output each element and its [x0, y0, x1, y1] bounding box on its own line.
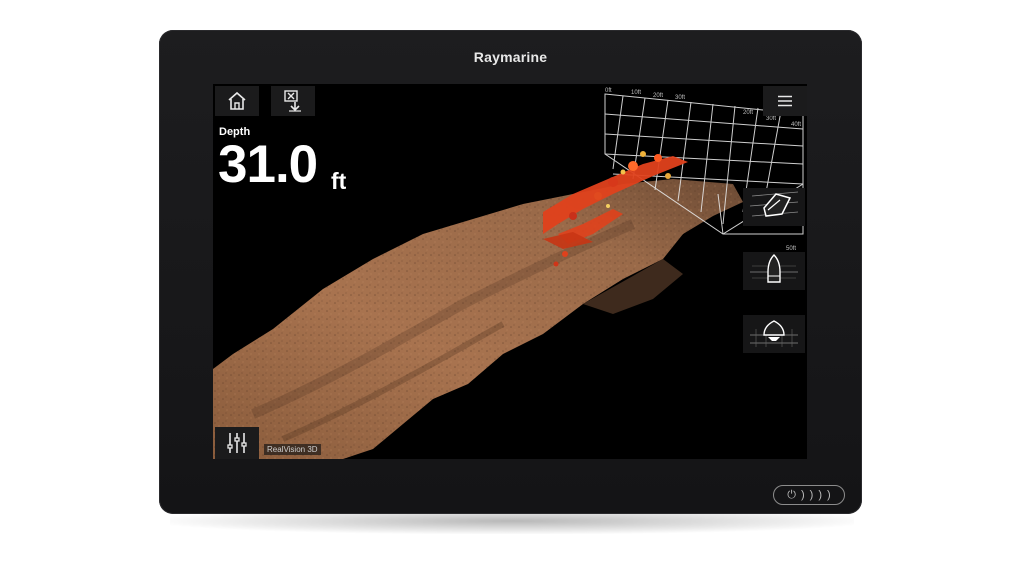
svg-text:20ft: 20ft	[743, 110, 753, 116]
svg-text:10ft: 10ft	[631, 90, 641, 96]
view-top-button[interactable]	[743, 252, 805, 290]
boat-3d-view-icon	[746, 188, 802, 227]
boat-top-view-icon	[746, 252, 802, 291]
app-name-label: RealVision 3D	[264, 444, 321, 455]
view-3d-button[interactable]	[743, 188, 805, 226]
hardware-key[interactable]: )	[801, 489, 805, 501]
svg-text:0ft: 0ft	[605, 88, 612, 94]
hardware-key[interactable]: )	[818, 489, 822, 501]
sliders-icon	[225, 431, 249, 455]
waypoint-button[interactable]	[271, 86, 315, 116]
svg-text:30ft: 30ft	[675, 95, 685, 101]
home-icon	[226, 91, 248, 111]
brand-logo: Raymarine	[473, 49, 548, 65]
hardware-buttons[interactable]: ⏻ ) ) ) )	[773, 485, 845, 505]
home-button[interactable]	[215, 86, 259, 116]
boat-front-view-icon	[746, 315, 802, 354]
chartplotter-device: Raymarine 0ft 10ft 20ft 30ft 20ft 30ft 4…	[159, 30, 862, 514]
view-front-button[interactable]	[743, 315, 805, 353]
depth-value: 31.0	[218, 135, 318, 194]
power-icon[interactable]: ⏻	[787, 489, 796, 501]
seabed-surface	[213, 179, 743, 459]
svg-text:40ft: 40ft	[791, 122, 801, 128]
hardware-key[interactable]: )	[810, 489, 814, 501]
svg-text:30ft: 30ft	[766, 116, 776, 122]
svg-text:20ft: 20ft	[653, 93, 663, 99]
display-screen[interactable]: 0ft 10ft 20ft 30ft 20ft 30ft 40ft 50ft D…	[213, 84, 807, 459]
sonar-settings-button[interactable]	[215, 427, 259, 459]
waypoint-icon	[281, 89, 305, 113]
depth-unit: ft	[331, 168, 347, 194]
hardware-key[interactable]: )	[827, 489, 831, 501]
menu-button[interactable]	[763, 86, 807, 116]
menu-icon	[777, 95, 793, 107]
